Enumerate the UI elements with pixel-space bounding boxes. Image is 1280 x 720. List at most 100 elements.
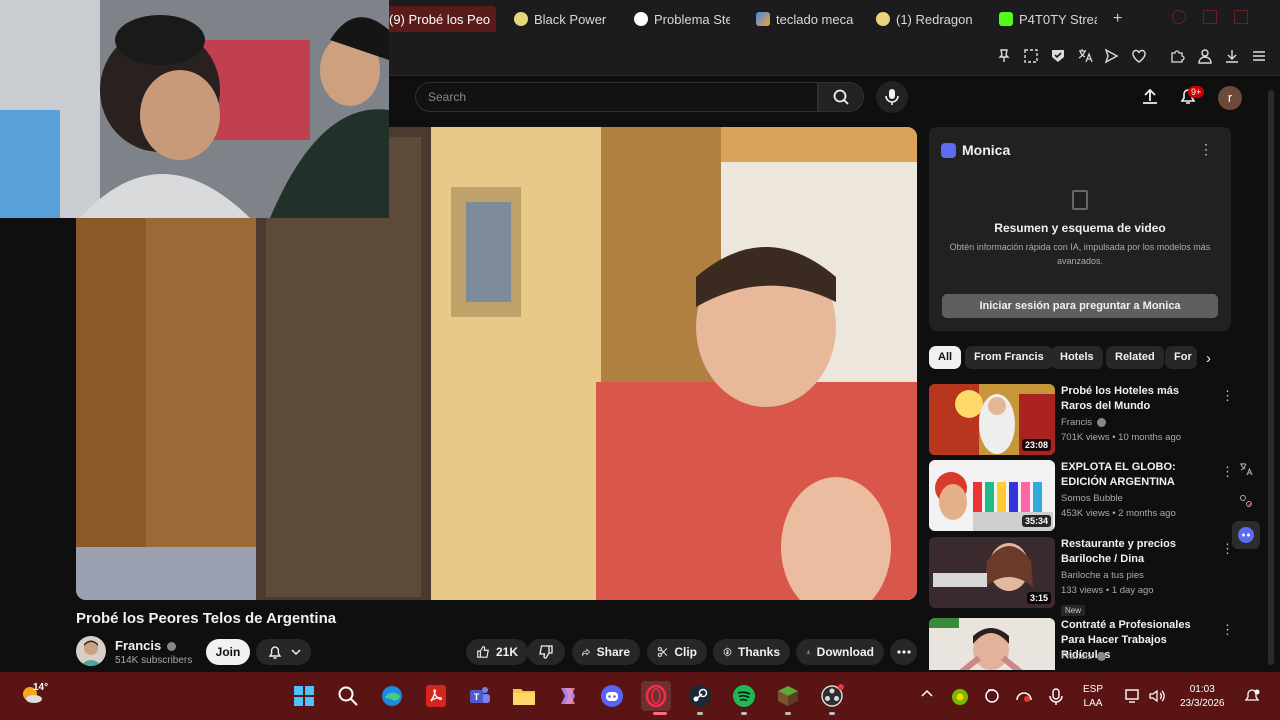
related-video[interactable]: 35:34 EXPLOTA EL GLOBO: EDICIÓN ARGENTIN… (929, 460, 1234, 534)
download-icon[interactable] (1223, 48, 1241, 66)
related-video[interactable]: 3:15 Restaurante y precios Bariloche / D… (929, 537, 1234, 616)
search-input[interactable] (416, 83, 817, 111)
video-thumbnail[interactable]: 23:08 (929, 384, 1055, 455)
acrobat-app[interactable] (421, 681, 451, 711)
edge-icon (382, 686, 402, 706)
related-video-channel[interactable]: Somos Bubble (1061, 493, 1123, 504)
tab-kick-stream[interactable]: P4T0TY Strea (993, 6, 1103, 32)
tab-active-video[interactable]: (9) Probé los Peore (383, 6, 496, 32)
create-button[interactable] (1140, 86, 1160, 111)
translate-rail-icon[interactable] (1232, 455, 1260, 483)
related-video[interactable]: 23:08 Probé los Hoteles más Raros del Mu… (929, 384, 1234, 458)
spotify-icon (733, 685, 755, 707)
menu-icon[interactable] (1250, 48, 1268, 66)
close-window-button[interactable] (1234, 10, 1248, 24)
voice-search-button[interactable] (876, 81, 908, 113)
teams-app[interactable]: T (465, 681, 495, 711)
language-code: ESP (1083, 684, 1104, 695)
chip-all[interactable]: All (929, 346, 962, 369)
search-button[interactable] (818, 82, 864, 112)
chip-hotels[interactable]: Hotels (1051, 346, 1103, 369)
related-video-channel[interactable]: Francis (1061, 417, 1106, 428)
video-thumbnail[interactable]: 3:15 (929, 537, 1055, 608)
tab-label: P4T0TY Strea (1019, 11, 1097, 27)
running-app-indicator (697, 712, 703, 715)
page-scrollbar[interactable] (1268, 90, 1274, 665)
opera-gx-app[interactable] (641, 681, 671, 711)
more-actions-button[interactable] (890, 639, 917, 665)
screenshot-icon[interactable] (1022, 48, 1040, 66)
tab-problema-steam[interactable]: Problema Ste (628, 6, 736, 32)
send-icon[interactable] (1102, 48, 1120, 66)
extensions-puzzle-icon[interactable] (1168, 48, 1186, 66)
heart-icon[interactable] (1130, 48, 1148, 66)
file-explorer-app[interactable] (509, 681, 539, 711)
new-tab-button[interactable]: + (1113, 10, 1122, 28)
network-tray-button[interactable] (1124, 688, 1142, 707)
monica-menu-button[interactable]: ⋮ (1199, 141, 1213, 158)
verified-icon (1096, 417, 1106, 427)
tab-favicon-icon (876, 12, 890, 26)
related-video-channel[interactable]: Francis (1061, 651, 1106, 662)
related-video[interactable]: Contraté a Profesionales Para Hacer Trab… (929, 618, 1229, 670)
weather-temperature: 14° (33, 682, 49, 693)
video-menu-button[interactable]: ⋮ (1221, 622, 1229, 638)
minimize-button[interactable] (1172, 10, 1186, 24)
related-video-channel[interactable]: Bariloche a tus pies (1061, 570, 1144, 581)
shield-extension-icon[interactable] (1049, 48, 1067, 66)
monica-rail-icon[interactable] (1232, 521, 1260, 549)
search-icon (833, 89, 849, 105)
chip-for-you[interactable]: For (1165, 346, 1197, 369)
related-video-title[interactable]: EXPLOTA EL GLOBO: EDICIÓN ARGENTINA (1061, 460, 1211, 490)
video-thumbnail[interactable] (929, 618, 1055, 670)
pin-icon[interactable] (995, 48, 1013, 66)
channel-avatar[interactable] (76, 636, 106, 666)
related-video-title[interactable]: Restaurante y precios Bariloche / Dina (1061, 537, 1211, 567)
tray-app-icon[interactable] (951, 688, 969, 709)
tab-redragon[interactable]: (1) Redragon I (870, 6, 982, 32)
edge-app[interactable] (377, 681, 407, 711)
monica-login-button[interactable]: Iniciar sesión para preguntar a Monica (942, 294, 1218, 318)
tab-teclado[interactable]: teclado mecan (750, 6, 860, 32)
share-button[interactable]: Share (572, 639, 640, 665)
translate-icon[interactable] (1076, 48, 1094, 66)
account-avatar[interactable]: r (1218, 86, 1242, 110)
steam-app[interactable] (685, 681, 715, 711)
download-button[interactable]: Download (796, 639, 884, 665)
obs-app[interactable] (817, 681, 847, 711)
clip-button[interactable]: Clip (647, 639, 707, 665)
notification-center-button[interactable] (1244, 688, 1260, 707)
video-menu-button[interactable]: ⋮ (1221, 388, 1234, 404)
join-button[interactable]: Join (206, 639, 250, 665)
input-language-indicator[interactable]: ESP LAA (1083, 683, 1103, 711)
profile-icon[interactable] (1196, 48, 1214, 66)
chips-next-arrow-icon[interactable]: › (1206, 350, 1211, 367)
start-button[interactable] (289, 681, 319, 711)
dislike-button[interactable] (527, 639, 565, 665)
taskbar-search-button[interactable] (333, 681, 363, 711)
sync-tray-icon (985, 689, 999, 703)
show-hidden-icons-button[interactable] (921, 688, 933, 703)
spotify-app[interactable] (729, 681, 759, 711)
chip-related[interactable]: Related (1106, 346, 1164, 369)
related-video-title[interactable]: Probé los Hoteles más Raros del Mundo (1061, 384, 1211, 414)
taskbar-clock[interactable]: 01:03 23/3/2026 (1180, 683, 1225, 711)
discord-app[interactable] (597, 681, 627, 711)
thanks-button[interactable]: Thanks (713, 639, 790, 665)
like-button[interactable]: 21K (466, 639, 528, 665)
volume-tray-button[interactable] (1148, 688, 1166, 707)
apps-rail-icon[interactable] (1232, 487, 1260, 515)
maximize-button[interactable] (1203, 10, 1217, 24)
microphone-tray-button[interactable] (1049, 688, 1063, 709)
copilot-app[interactable] (553, 681, 583, 711)
minecraft-app[interactable] (773, 681, 803, 711)
tab-black-power[interactable]: Black Power F (508, 6, 616, 32)
chip-from-francis[interactable]: From Francis (965, 346, 1053, 369)
subscription-bell-button[interactable] (256, 639, 311, 665)
channel-name[interactable]: Francis (115, 638, 176, 653)
related-video-meta: 453K views • 2 months ago (1061, 508, 1176, 519)
monica-title: Resumen y esquema de video (994, 221, 1166, 235)
tray-app-icon[interactable] (984, 688, 1000, 707)
video-thumbnail[interactable]: 35:34 (929, 460, 1055, 531)
tray-app-icon[interactable] (1015, 688, 1033, 707)
